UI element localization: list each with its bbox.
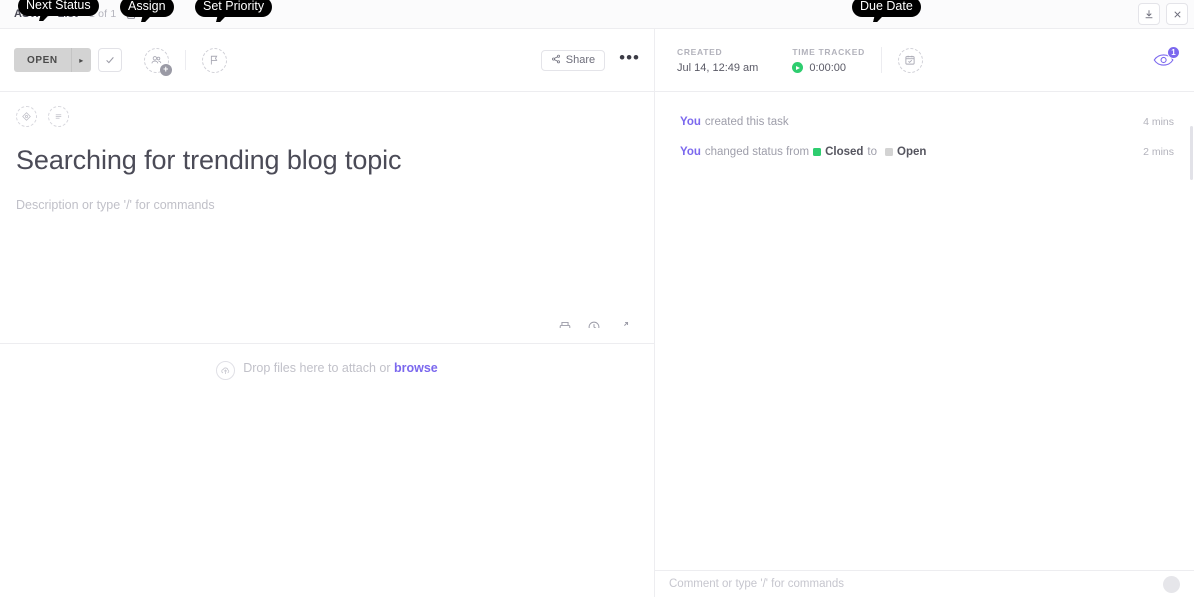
task-body: Searching for trending blog topic Descri… [0,92,1194,597]
expand-icon[interactable] [616,320,630,328]
time-tracked-field[interactable]: TIME TRACKED 0:00:00 [792,47,865,74]
description-toolbar [0,320,654,328]
calendar-icon [905,55,916,65]
tag-icon[interactable] [16,106,37,127]
activity-time: 2 mins [1143,146,1174,158]
description-input[interactable]: Description or type '/' for commands [0,176,654,212]
time-tracked-value-row[interactable]: 0:00:00 [792,62,865,74]
activity-item: You created this task 4 mins [680,116,1174,128]
status-control[interactable]: OPEN ▸ [14,48,91,72]
activity-actor[interactable]: You [680,146,701,158]
status-color-swatch [885,148,894,156]
checkmark-icon[interactable] [97,48,122,72]
page-title[interactable]: Searching for trending blog topic [0,127,654,176]
activity-item: You changed status from Closed to Open 2… [680,146,1174,158]
created-label: CREATED [677,46,723,57]
tooltip-set-priority: Set Priority [195,0,273,17]
activity-text: changed status from [704,146,810,158]
assign-button[interactable]: + [143,47,172,76]
created-value: Jul 14, 12:49 am [677,61,759,74]
window-controls [1138,3,1188,25]
share-button[interactable]: Share [540,49,606,71]
divider [184,50,186,70]
share-network-icon [551,54,561,67]
task-main-scroll: Searching for trending blog topic Descri… [0,92,654,328]
activity-time: 4 mins [1143,116,1174,128]
task-main-pane: Searching for trending blog topic Descri… [0,92,655,597]
comment-input-bar[interactable]: Comment or type '/' for commands [655,570,1194,597]
actionbar-right-group: CREATED Jul 14, 12:49 am TIME TRACKED 0:… [655,29,1194,91]
tooltip-due-date: Due Date [852,0,921,17]
activity-pane: You created this task 4 mins You changed… [655,92,1194,597]
task-detail-window: ASW › List 1 of 1 [0,0,1194,597]
time-tracked-label: TIME TRACKED [792,46,865,57]
close-icon[interactable] [1166,3,1188,25]
actionbar-left-group: OPEN ▸ + Share ••• [0,29,655,91]
due-date-button[interactable] [897,47,923,73]
tooltip-assign: Assign [120,0,174,17]
watchers-button[interactable]: 1 [1150,46,1180,71]
activity-middle-text: to [867,146,878,158]
history-icon[interactable] [587,320,601,328]
scrollbar-thumb[interactable] [1190,126,1193,180]
watchers-count-badge: 1 [1167,46,1180,59]
browse-link[interactable]: browse [394,361,438,375]
status-button[interactable]: OPEN [14,48,71,72]
activity-actor[interactable]: You [680,116,701,128]
status-color-swatch [813,148,822,156]
more-options-button[interactable]: ••• [619,49,640,67]
window-topbar: ASW › List 1 of 1 [0,0,1194,29]
next-status-button[interactable]: ▸ [70,48,91,72]
list-icon[interactable] [48,106,69,127]
tooltip-next-status: Next Status [18,0,99,16]
time-tracked-value: 0:00:00 [809,61,847,74]
task-actionbar: Next Status Assign Set Priority Due Date… [0,0,1194,92]
activity-text: created this task [704,116,789,128]
activity-feed: You created this task 4 mins You changed… [655,92,1194,570]
dropzone-text: Drop files here to attach or browse [243,361,438,375]
collapse-down-icon[interactable] [1138,3,1160,25]
task-field-icons [0,92,654,127]
share-label: Share [565,54,596,66]
avatar[interactable] [1163,575,1180,593]
activity-to-status: Open [897,146,927,158]
play-icon[interactable] [792,62,804,73]
attachments-dropzone[interactable]: Drop files here to attach or browse [0,343,654,597]
cloud-upload-icon [216,361,236,380]
flag-icon[interactable] [201,47,227,73]
created-field: CREATED Jul 14, 12:49 am [677,47,758,74]
assign-plus-badge[interactable]: + [159,63,172,76]
activity-from-status: Closed [825,146,864,158]
print-icon[interactable] [558,320,572,328]
comment-placeholder: Comment or type '/' for commands [669,578,845,590]
divider [880,47,882,73]
